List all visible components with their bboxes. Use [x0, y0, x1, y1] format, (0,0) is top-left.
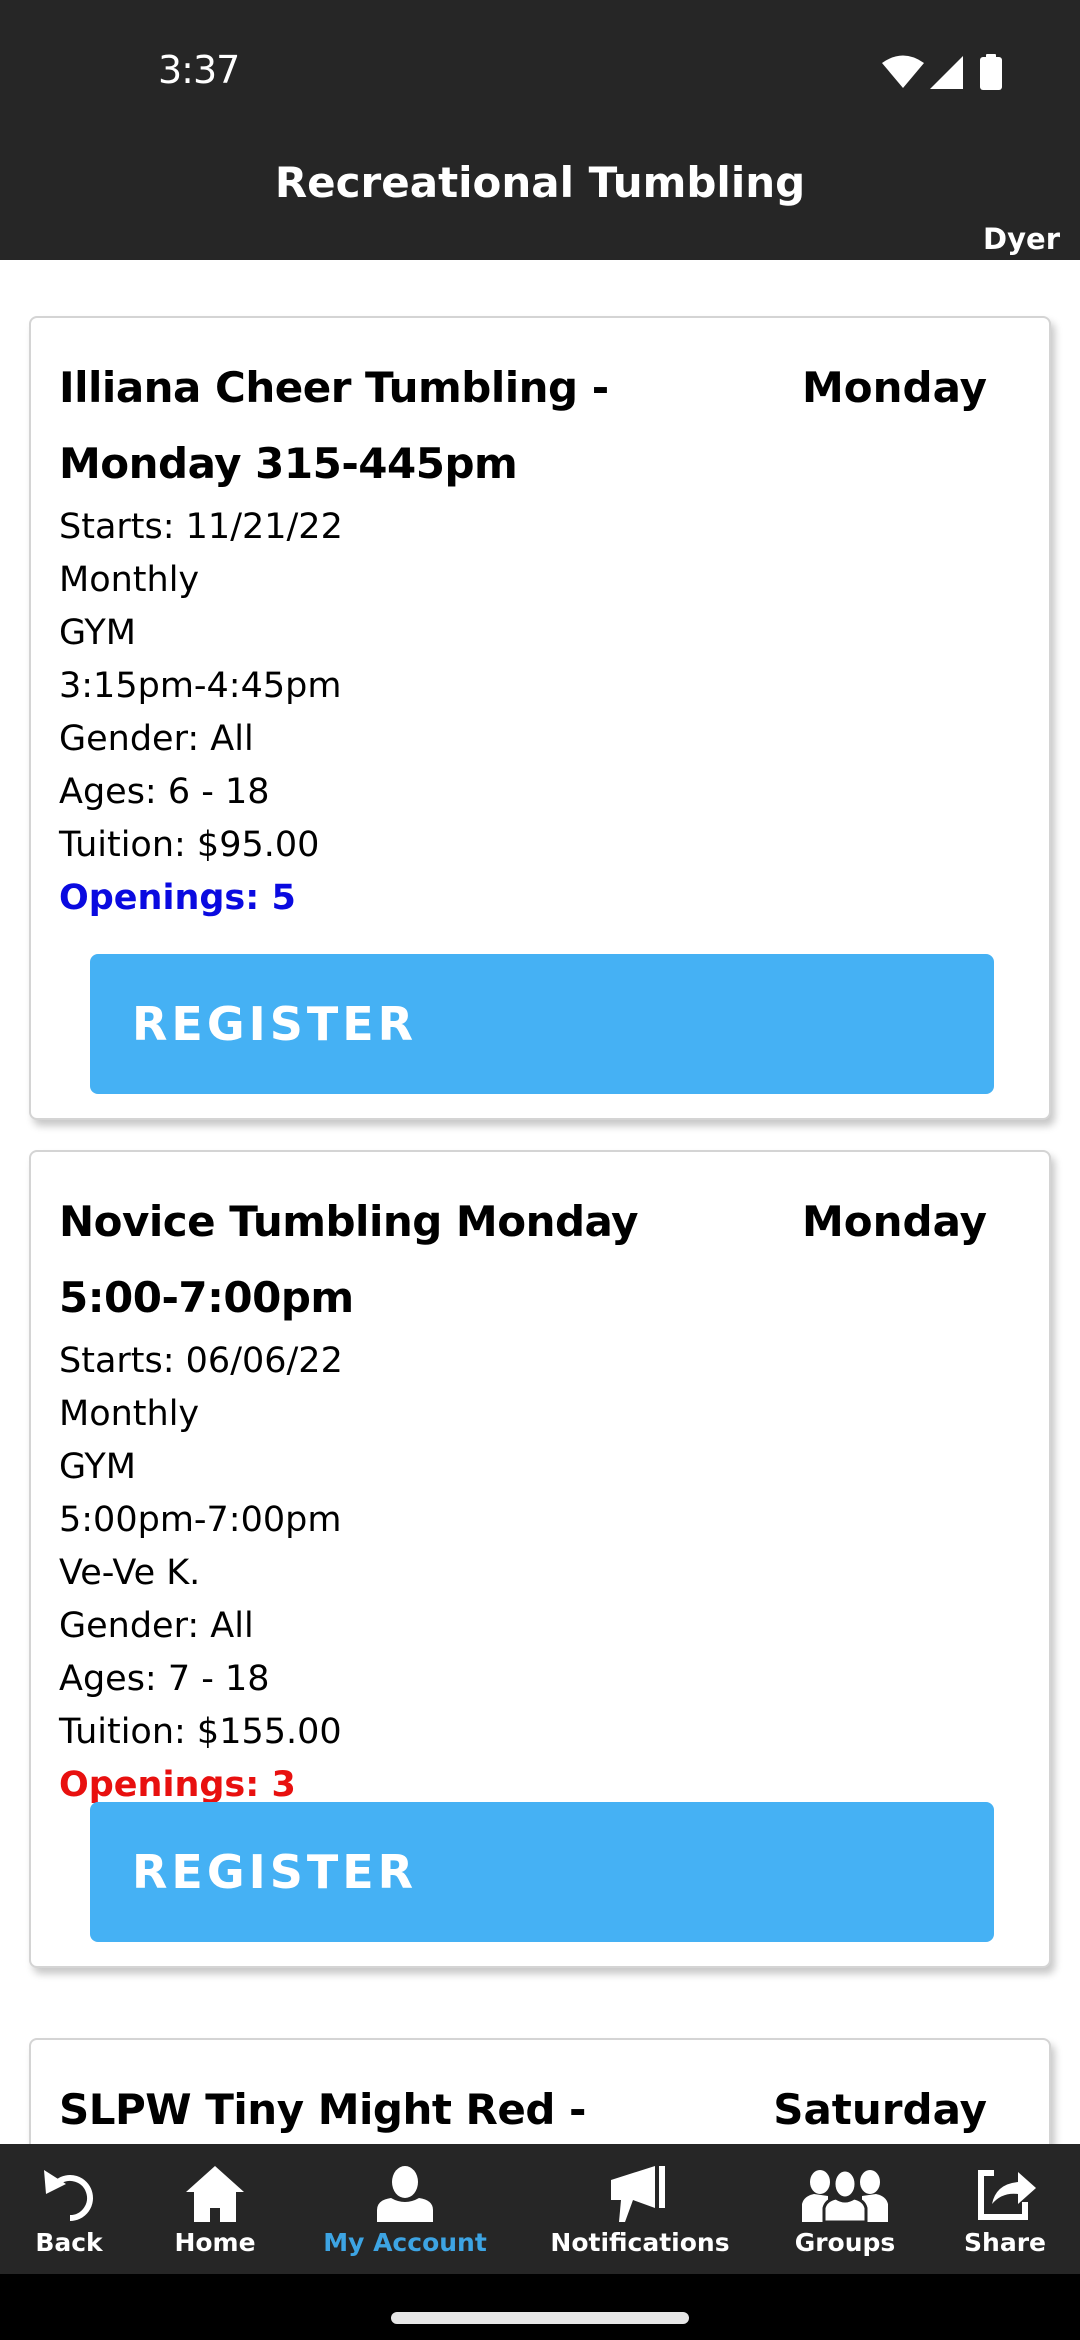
class-title: SLPW Tiny Might Red -	[59, 2085, 587, 2134]
back-arrow-icon	[40, 2164, 98, 2222]
billing-frequency: Monthly	[59, 560, 200, 600]
home-gesture-handle[interactable]	[391, 2312, 689, 2324]
nav-groups[interactable]: Groups	[790, 2144, 900, 2274]
class-card: Illiana Cheer Tumbling - Monday 315-445p…	[29, 316, 1051, 1120]
location: GYM	[59, 1447, 136, 1487]
wifi-icon	[882, 54, 924, 90]
gender: Gender: All	[59, 1606, 254, 1646]
nav-label: My Account	[323, 2228, 487, 2257]
billing-frequency: Monthly	[59, 1394, 200, 1434]
groups-icon	[802, 2164, 888, 2222]
class-day: Monday	[801, 363, 987, 412]
battery-icon	[980, 54, 1002, 90]
class-list[interactable]: Illiana Cheer Tumbling - Monday 315-445p…	[0, 260, 1080, 2144]
bottom-nav: Back Home My Account Notifications Group…	[0, 2144, 1080, 2274]
nav-label: Home	[174, 2228, 256, 2257]
nav-notifications[interactable]: Notifications	[550, 2144, 730, 2274]
register-button[interactable]: REGISTER	[90, 954, 994, 1094]
nav-share[interactable]: Share	[960, 2144, 1050, 2274]
tuition: Tuition: $95.00	[59, 825, 320, 865]
start-date: Starts: 11/21/22	[59, 507, 343, 547]
class-title: Novice Tumbling Monday 5:00-7:00pm	[59, 1197, 638, 1322]
class-details: Starts: 06/06/22 Monthly GYM 5:00pm-7:00…	[59, 1335, 343, 1812]
ages: Ages: 6 - 18	[59, 772, 270, 812]
nav-home[interactable]: Home	[165, 2144, 265, 2274]
status-time: 3:37	[158, 48, 240, 92]
class-card: SLPW Tiny Might Red - Saturday	[29, 2038, 1051, 2144]
status-bar: 3:37	[0, 0, 1080, 130]
tuition: Tuition: $155.00	[59, 1712, 342, 1752]
app-header: Recreational Tumbling Dyer	[0, 130, 1080, 260]
nav-label: Back	[35, 2228, 103, 2257]
instructor: Ve-Ve K.	[59, 1553, 201, 1593]
class-day: Saturday	[773, 2085, 987, 2134]
time-range: 3:15pm-4:45pm	[59, 666, 342, 706]
page-title: Recreational Tumbling	[274, 158, 806, 207]
status-icons	[882, 52, 1002, 92]
openings-count: Openings: 5	[59, 878, 296, 918]
location: GYM	[59, 613, 136, 653]
nav-back[interactable]: Back	[24, 2144, 114, 2274]
system-gesture-bar	[0, 2274, 1080, 2340]
time-range: 5:00pm-7:00pm	[59, 1500, 342, 1540]
home-icon	[186, 2164, 244, 2222]
start-date: Starts: 06/06/22	[59, 1341, 343, 1381]
class-details: Starts: 11/21/22 Monthly GYM 3:15pm-4:45…	[59, 501, 343, 925]
user-icon	[377, 2164, 433, 2222]
class-day: Monday	[801, 1197, 987, 1246]
gender: Gender: All	[59, 719, 254, 759]
nav-label: Share	[964, 2228, 1046, 2257]
nav-label: Groups	[794, 2228, 896, 2257]
class-title: Illiana Cheer Tumbling - Monday 315-445p…	[59, 363, 609, 488]
ages: Ages: 7 - 18	[59, 1659, 270, 1699]
nav-label: Notifications	[550, 2228, 730, 2257]
location-label: Dyer	[983, 222, 1060, 256]
nav-my-account[interactable]: My Account	[320, 2144, 490, 2274]
cellular-signal-icon	[930, 54, 964, 90]
megaphone-icon	[611, 2164, 669, 2222]
register-button[interactable]: REGISTER	[90, 1802, 994, 1942]
share-icon	[974, 2164, 1036, 2222]
class-card: Novice Tumbling Monday 5:00-7:00pm Monda…	[29, 1150, 1051, 1968]
